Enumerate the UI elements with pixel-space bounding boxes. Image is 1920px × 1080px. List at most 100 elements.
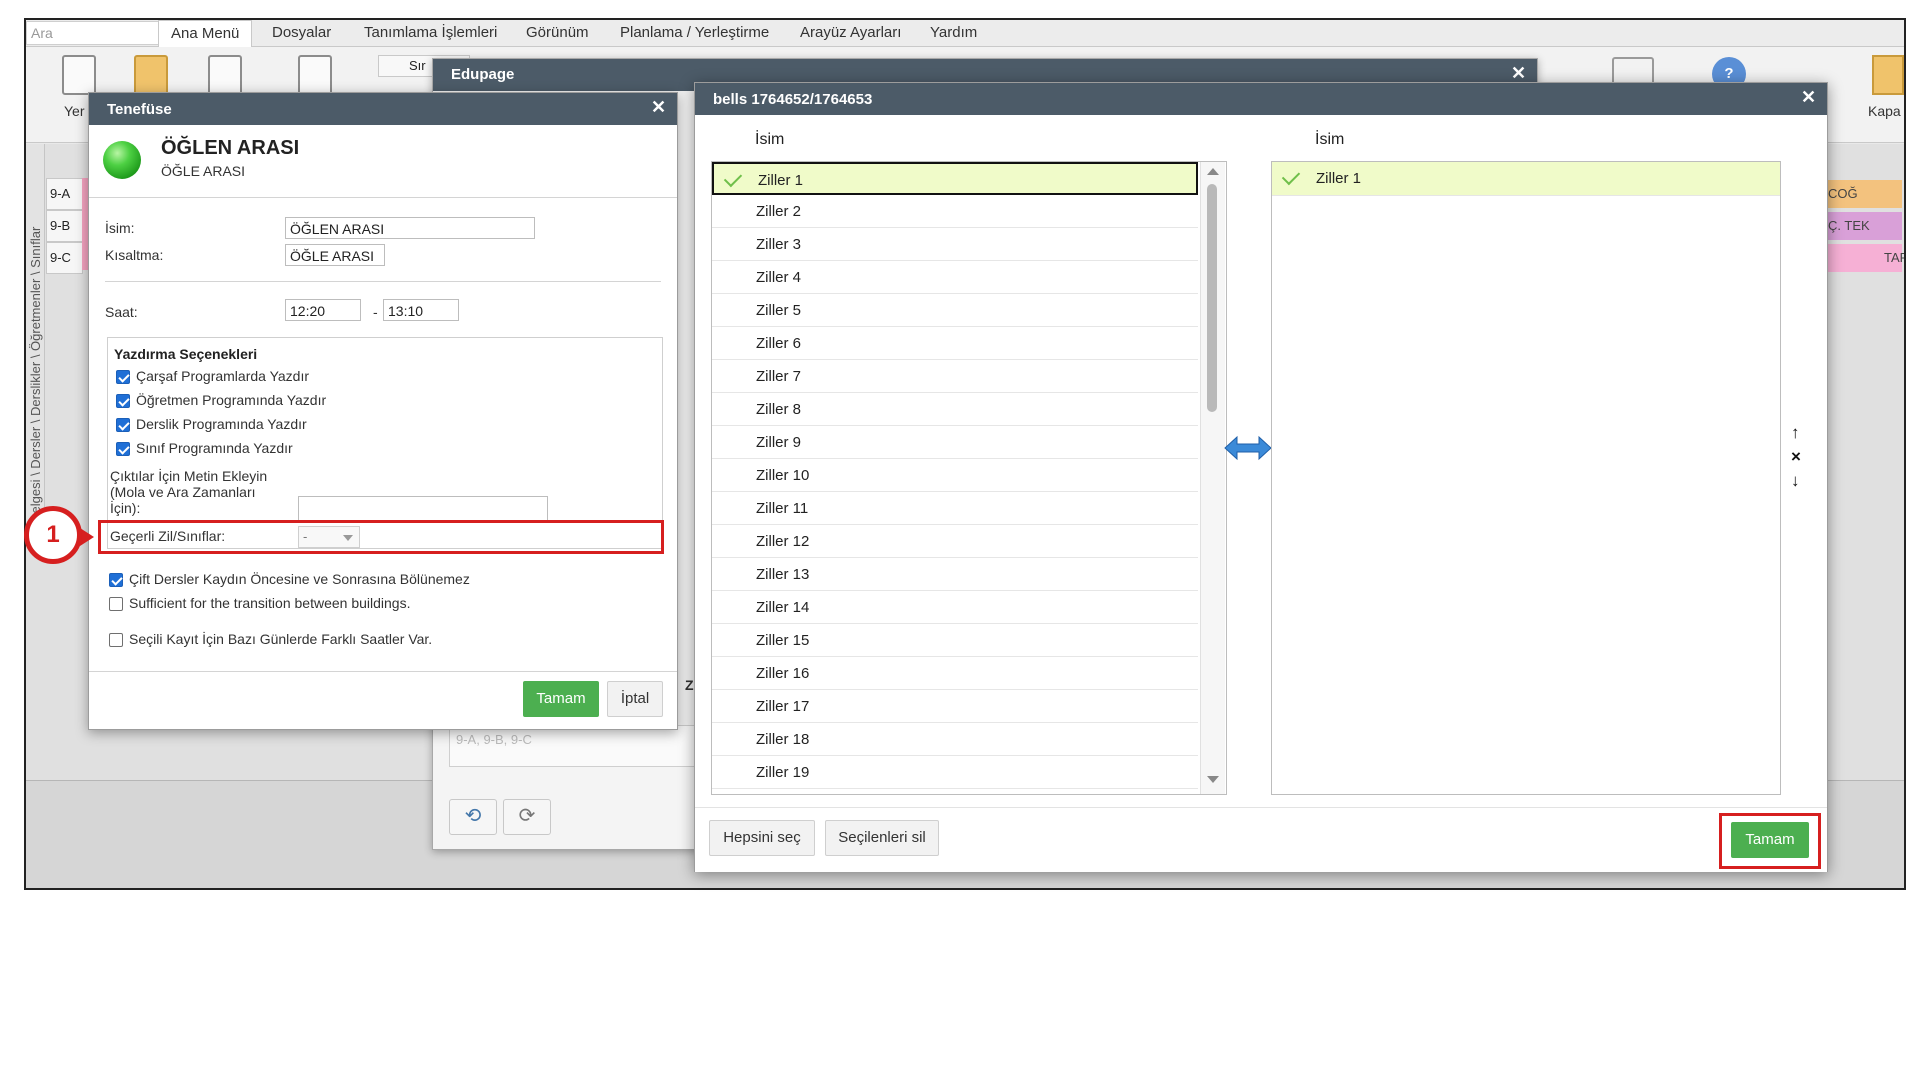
list-item[interactable]: Ziller 18 — [712, 723, 1198, 756]
menu-dosyalar[interactable]: Dosyalar — [272, 20, 331, 46]
transition-checkbox[interactable] — [109, 597, 123, 611]
move-down-icon[interactable]: ↓ — [1791, 471, 1800, 491]
text-note-label: Çıktılar İçin Metin Ekleyin — [110, 468, 268, 484]
kisaltma-field[interactable]: ÖĞLE ARASI — [285, 244, 385, 266]
list-item[interactable]: Ziller 9 — [712, 426, 1198, 459]
list-item[interactable]: Ziller 15 — [712, 624, 1198, 657]
divider — [89, 671, 677, 672]
list-item[interactable]: Ziller 17 — [712, 690, 1198, 723]
print-sinif-checkbox[interactable] — [116, 442, 130, 456]
right-column-header[interactable]: İsim — [1315, 131, 1344, 149]
list-item-label: Ziller 14 — [756, 599, 810, 616]
select-all-button[interactable]: Hepsini seç — [709, 820, 815, 856]
print-option-label: Öğretmen Programında Yazdır — [136, 392, 327, 408]
list-item-label: Ziller 5 — [756, 302, 802, 319]
list-item[interactable]: Ziller 12 — [712, 525, 1198, 558]
list-item[interactable]: Ziller 19 — [712, 756, 1198, 789]
scrollbar[interactable] — [1200, 162, 1225, 794]
list-item-label: Ziller 1 — [758, 172, 804, 189]
undo-icon[interactable]: ⟲ — [449, 799, 497, 835]
folder-icon[interactable] — [134, 55, 168, 95]
tenefuse-dialog: Tenefüse ✕ ÖĞLEN ARASI ÖĞLE ARASI İsim: … — [88, 92, 678, 730]
menu-gorunum[interactable]: Görünüm — [526, 20, 589, 46]
print-option-label: Derslik Programında Yazdır — [136, 416, 307, 432]
list-item[interactable]: Ziller 13 — [712, 558, 1198, 591]
print-preview-icon[interactable] — [298, 55, 332, 95]
print-carsaf-checkbox[interactable] — [116, 370, 130, 384]
break-name-heading: ÖĞLEN ARASI — [161, 137, 300, 159]
new-document-icon[interactable] — [62, 55, 96, 95]
bells-title: bells 1764652/1764653 — [713, 91, 873, 108]
close-door-icon[interactable] — [1872, 55, 1904, 95]
list-item-label: Ziller 11 — [756, 500, 809, 517]
cift-dersler-checkbox[interactable] — [109, 573, 123, 587]
list-item[interactable]: Ziller 1 — [1272, 162, 1780, 196]
list-item-label: Ziller 17 — [756, 698, 810, 715]
delete-selected-button[interactable]: Seçilenleri sil — [825, 820, 939, 856]
print-ogretmen-checkbox[interactable] — [116, 394, 130, 408]
ribbon-label-yer: Yer — [64, 103, 85, 119]
tenefuse-title: Tenefüse — [107, 101, 172, 118]
divider — [89, 197, 677, 198]
remove-icon[interactable]: × — [1791, 447, 1801, 467]
print-derslik-checkbox[interactable] — [116, 418, 130, 432]
list-item-label: Ziller 16 — [756, 665, 810, 682]
menu-tanimlama[interactable]: Tanımlama İşlemleri — [364, 20, 497, 46]
scroll-up-icon[interactable] — [1207, 168, 1219, 175]
cancel-button[interactable]: İptal — [607, 681, 663, 717]
row-label[interactable]: 9-C — [46, 242, 83, 274]
menu-ana-menu[interactable]: Ana Menü — [158, 20, 253, 47]
menu-planlama[interactable]: Planlama / Yerleştirme — [620, 20, 769, 46]
annotation-arrow — [80, 528, 94, 546]
list-item[interactable]: Ziller 1 — [712, 162, 1198, 195]
list-item-label: Ziller 6 — [756, 335, 802, 352]
menu-yardim[interactable]: Yardım — [930, 20, 977, 46]
list-item[interactable]: Ziller 3 — [712, 228, 1198, 261]
list-item-label: Ziller 8 — [756, 401, 802, 418]
list-item[interactable]: Ziller 8 — [712, 393, 1198, 426]
saat-end-field[interactable]: 13:10 — [383, 299, 459, 321]
side-tabs-label: zelgesi \ Dersler \ Derslikler \ Öğretme… — [28, 226, 43, 520]
different-hours-checkbox[interactable] — [109, 633, 123, 647]
left-column-header[interactable]: İsim — [755, 131, 784, 149]
scroll-down-icon[interactable] — [1207, 776, 1219, 783]
saat-start-field[interactable]: 12:20 — [285, 299, 361, 321]
close-icon[interactable]: ✕ — [1801, 87, 1816, 108]
list-item-label: Ziller 13 — [756, 566, 810, 583]
list-item[interactable]: Ziller 10 — [712, 459, 1198, 492]
list-item[interactable]: Ziller 7 — [712, 360, 1198, 393]
row-label[interactable]: 9-B — [46, 210, 83, 242]
menu-arayuz[interactable]: Arayüz Ayarları — [800, 20, 901, 46]
close-icon[interactable]: ✕ — [1511, 63, 1526, 84]
scrollbar-thumb[interactable] — [1207, 184, 1217, 412]
list-item-label: Ziller 18 — [756, 731, 810, 748]
list-item[interactable]: Ziller 14 — [712, 591, 1198, 624]
search-input[interactable]: Ara — [26, 21, 160, 45]
redo-icon[interactable]: ⟳ — [503, 799, 551, 835]
isim-field[interactable]: ÖĞLEN ARASI — [285, 217, 535, 239]
move-up-icon[interactable]: ↑ — [1791, 423, 1800, 443]
list-item[interactable]: Ziller 16 — [712, 657, 1198, 690]
list-item[interactable]: Ziller 6 — [712, 327, 1198, 360]
option-label: Çift Dersler Kaydın Öncesine ve Sonrasın… — [129, 571, 470, 587]
available-bells-list: Ziller 1 Ziller 2 Ziller 3 Ziller 4 Ziller 5… — [711, 161, 1227, 795]
list-item[interactable]: Ziller 11 — [712, 492, 1198, 525]
bells-titlebar: bells 1764652/1764653 ✕ — [695, 83, 1827, 115]
list-item[interactable]: Ziller 5 — [712, 294, 1198, 327]
timetable-cell-label: TAF — [1884, 250, 1906, 265]
edupage-classes-field[interactable]: 9-A, 9-B, 9-C — [449, 725, 709, 767]
list-item-label: Ziller 19 — [756, 764, 810, 781]
list-item-label: Ziller 15 — [756, 632, 810, 649]
list-item[interactable]: Ziller 4 — [712, 261, 1198, 294]
save-icon[interactable] — [208, 55, 242, 95]
divider — [105, 281, 661, 282]
list-item[interactable]: Ziller 2 — [712, 195, 1198, 228]
close-icon[interactable]: ✕ — [651, 97, 666, 118]
text-note-field[interactable] — [298, 496, 548, 522]
annotation-highlight-box — [98, 520, 664, 554]
kisaltma-label: Kısaltma: — [105, 247, 164, 263]
swap-arrows-icon[interactable] — [1223, 433, 1273, 463]
row-label[interactable]: 9-A — [46, 178, 83, 210]
check-icon — [1281, 166, 1301, 186]
ok-button[interactable]: Tamam — [523, 681, 599, 717]
